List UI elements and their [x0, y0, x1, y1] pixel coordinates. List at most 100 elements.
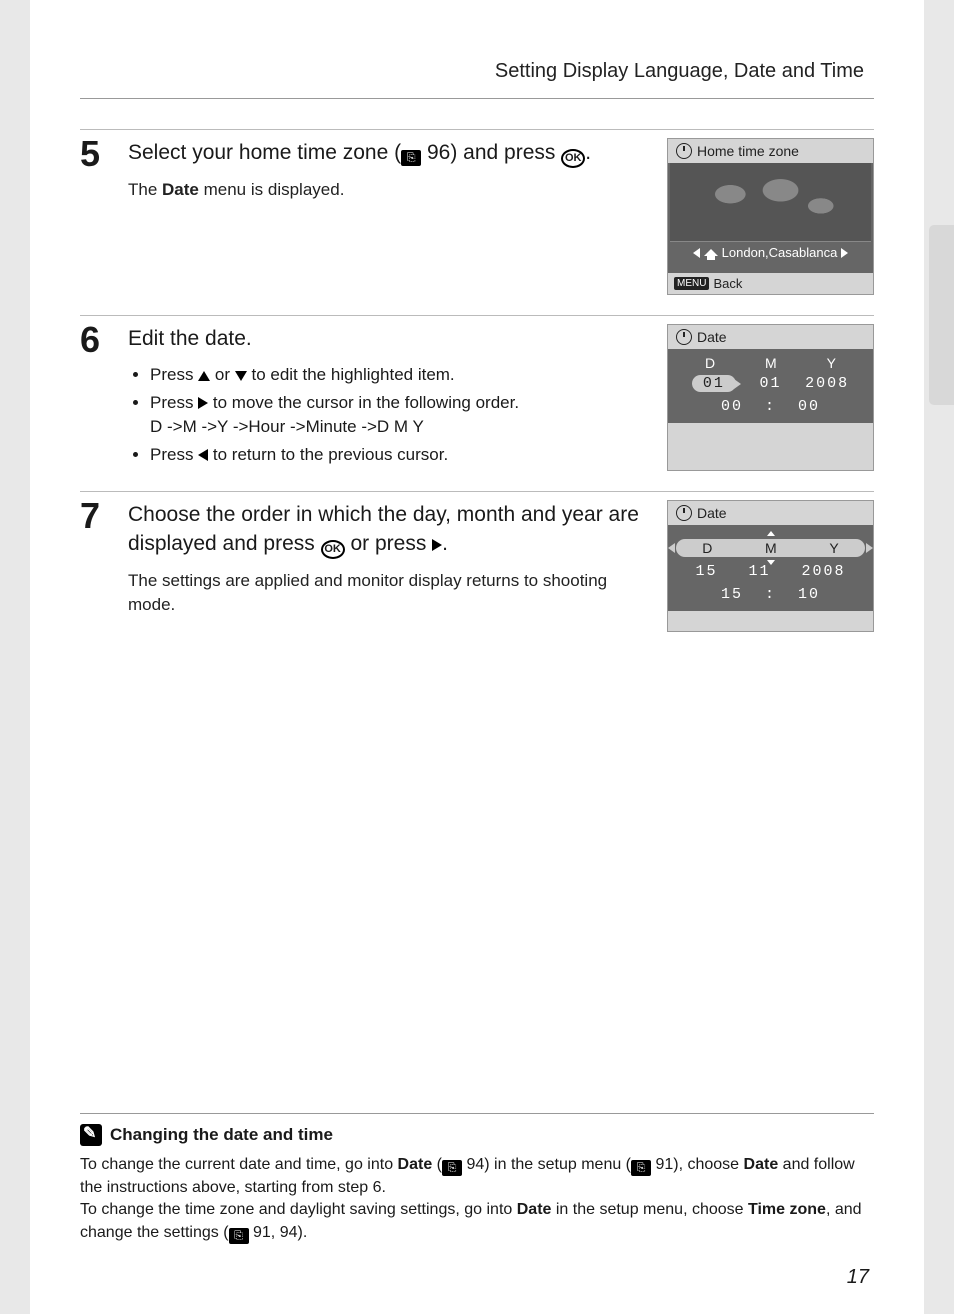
text-bold: Date	[517, 1201, 552, 1218]
clock-icon	[676, 329, 692, 345]
text: menu is displayed.	[199, 180, 345, 199]
label-d: D	[705, 355, 715, 371]
lcd-location-row: London,Casablanca	[668, 242, 873, 263]
lcd-footer: MENU Back	[668, 273, 873, 294]
text: ) in the setup menu (	[484, 1156, 631, 1173]
text: ).	[297, 1224, 307, 1241]
clock-icon	[676, 505, 692, 521]
colon: :	[765, 586, 776, 603]
page-ref: 91, 94	[253, 1224, 297, 1241]
text: or press	[345, 532, 433, 555]
text: or	[210, 365, 235, 384]
lcd-title: Date	[697, 505, 727, 521]
list-item: Press to move the cursor in the followin…	[150, 391, 652, 439]
page-ref-icon: ⎘	[442, 1160, 462, 1176]
text: to move the cursor in the following orde…	[208, 393, 519, 412]
text: Press	[150, 393, 198, 412]
step-5-heading: Select your home time zone (⎘ 96) and pr…	[128, 138, 652, 168]
value-minute: 10	[798, 586, 820, 603]
dmy-order-selector: D M Y	[676, 539, 865, 557]
colon: :	[765, 398, 776, 415]
step-7-heading: Choose the order in which the day, month…	[128, 500, 652, 559]
page-ref-icon: ⎘	[229, 1228, 249, 1244]
text-bold: Date	[398, 1156, 433, 1173]
note-rule	[80, 1113, 874, 1114]
step-6: 6 Edit the date. Press or to edit the hi…	[80, 315, 874, 491]
triangle-right-icon	[198, 397, 208, 409]
step-6-heading: Edit the date.	[128, 324, 652, 353]
step-number: 7	[80, 492, 128, 652]
triangle-right-icon	[432, 539, 442, 551]
dmy-values: 15 11 2008	[668, 563, 873, 580]
triangle-left-icon	[198, 449, 208, 461]
text: to edit the highlighted item.	[247, 365, 455, 384]
value-m: 01	[759, 375, 781, 392]
text: to return to the previous cursor.	[208, 445, 448, 464]
list-item: Press or to edit the highlighted item.	[150, 363, 652, 387]
arrow-left-icon	[693, 248, 700, 258]
lcd-back-label: Back	[713, 276, 742, 291]
page-header-title: Setting Display Language, Date and Time	[80, 60, 874, 83]
lcd-timezone: Home time zone London,Casablanca MENU Ba…	[667, 138, 874, 295]
menu-badge-icon: MENU	[674, 277, 709, 290]
caret-up-icon	[767, 531, 775, 536]
page: Setting Display Language, Date and Time …	[30, 0, 924, 1314]
page-ref: 91	[655, 1156, 673, 1173]
text: ), choose	[673, 1156, 743, 1173]
lcd-gap	[668, 611, 873, 631]
lcd-date-edit: Date D M Y 01 01 2008 00 :	[667, 324, 874, 471]
note-section: Changing the date and time To change the…	[80, 1113, 874, 1244]
lcd-title-row: Date	[668, 501, 873, 525]
lcd-title: Date	[697, 329, 727, 345]
text-bold: Date	[744, 1156, 779, 1173]
clock-icon	[676, 143, 692, 159]
value-hour: 00	[721, 398, 743, 415]
text: in the setup menu, choose	[551, 1201, 748, 1218]
triangle-down-icon	[235, 371, 247, 381]
time-values: 00 : 00	[668, 398, 873, 415]
label-y: Y	[829, 540, 838, 556]
note-body: To change the current date and time, go …	[80, 1154, 874, 1244]
text: .	[585, 141, 591, 164]
text: Press	[150, 365, 198, 384]
time-values: 15 : 10	[668, 586, 873, 603]
text: To change the current date and time, go …	[80, 1156, 398, 1173]
text: D ->M ->Y ->Hour ->Minute ->D M Y	[150, 417, 424, 436]
lcd-title-row: Home time zone	[668, 139, 873, 163]
header-rule	[80, 98, 874, 99]
step-number: 6	[80, 316, 128, 491]
text: Select your home time zone (	[128, 141, 401, 164]
step-5: 5 Select your home time zone (⎘ 96) and …	[80, 129, 874, 315]
dmy-values: 01 01 2008	[668, 375, 873, 392]
ok-button-icon: OK	[321, 540, 345, 559]
page-ref-icon: ⎘	[401, 150, 421, 166]
text: .	[442, 532, 448, 555]
value-y: 2008	[801, 563, 845, 580]
note-heading: Changing the date and time	[80, 1124, 874, 1146]
text: Press	[150, 445, 198, 464]
label-m: M	[765, 355, 777, 371]
lcd-gap	[668, 423, 873, 443]
home-icon	[704, 249, 718, 256]
note-title: Changing the date and time	[110, 1125, 333, 1145]
pencil-icon	[80, 1124, 102, 1146]
step-6-bullets: Press or to edit the highlighted item. P…	[128, 363, 652, 466]
page-ref: 94	[466, 1156, 484, 1173]
side-tab	[929, 225, 954, 405]
world-map	[670, 163, 871, 242]
lcd-title: Home time zone	[697, 143, 799, 159]
step-7-sub: The settings are applied and monitor dis…	[128, 569, 652, 617]
text: ) and press	[450, 141, 561, 164]
list-item: Press to return to the previous cursor.	[150, 443, 652, 467]
label-m: M	[765, 540, 777, 556]
page-number: 17	[847, 1266, 869, 1289]
step-number: 5	[80, 130, 128, 315]
value-y: 2008	[805, 375, 849, 392]
step-7: 7 Choose the order in which the day, mon…	[80, 491, 874, 652]
triangle-up-icon	[198, 371, 210, 381]
text-bold: Date	[162, 180, 199, 199]
value-minute: 00	[798, 398, 820, 415]
label-d: D	[702, 540, 712, 556]
value-d: 15	[695, 563, 717, 580]
page-ref-icon: ⎘	[631, 1160, 651, 1176]
